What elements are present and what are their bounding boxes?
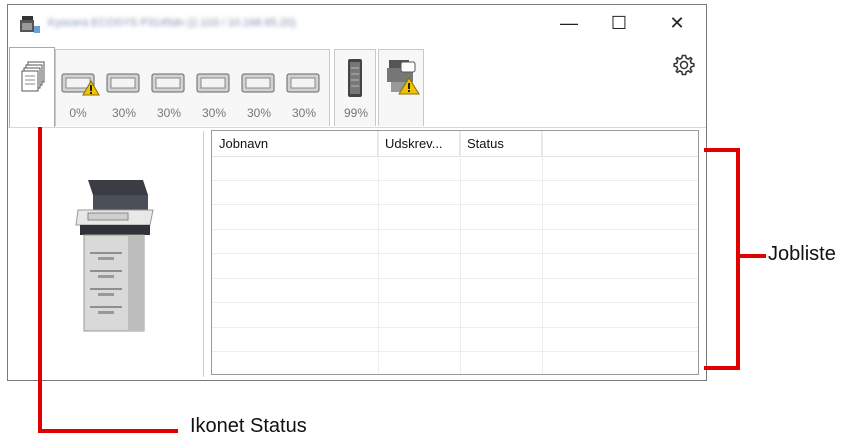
document-stack-icon xyxy=(21,61,45,92)
tray-6-level: 30% xyxy=(291,106,317,120)
warning-icon xyxy=(82,80,100,96)
close-button[interactable]: ✕ xyxy=(654,5,700,42)
paper-tray-icon xyxy=(151,68,186,96)
toner-cartridge-icon xyxy=(348,59,362,97)
job-list-header: Jobnavn Udskrev... Status xyxy=(212,131,698,157)
paper-tray-icon xyxy=(106,68,141,96)
window-title: Kyocera ECOSYS P3145dn (2.103 / 10.168.6… xyxy=(48,17,296,29)
joblist-bracket-top xyxy=(704,148,740,152)
paper-tray-icon xyxy=(196,68,231,96)
toner-level: 99% xyxy=(343,106,369,120)
status-tabs: 0% 30% 30% 30% 30% 30% 99% xyxy=(8,45,706,165)
joblist-callout-label: Jobliste xyxy=(768,243,836,265)
column-header-jobname[interactable]: Jobnavn xyxy=(212,131,378,156)
table-row[interactable] xyxy=(212,181,698,205)
status-icon-pointer-horizontal xyxy=(38,429,178,433)
maximize-button[interactable]: ☐ xyxy=(596,5,642,42)
table-row[interactable] xyxy=(212,352,698,374)
table-row[interactable] xyxy=(212,254,698,279)
table-row[interactable] xyxy=(212,279,698,303)
job-list-rows xyxy=(212,156,698,374)
status-icon-pointer-vertical xyxy=(38,108,42,433)
joblist-bracket-bottom xyxy=(704,366,740,370)
status-monitor-window: Kyocera ECOSYS P3145dn (2.103 / 10.168.6… xyxy=(7,4,707,381)
joblist-pointer-line xyxy=(738,254,766,258)
table-row[interactable] xyxy=(212,303,698,328)
tray-5-level: 30% xyxy=(246,106,272,120)
tab-toner[interactable]: 99% xyxy=(334,49,376,126)
table-row[interactable] xyxy=(212,156,698,181)
printer-app-icon xyxy=(20,16,40,33)
panel-divider xyxy=(203,131,204,377)
tab-status[interactable] xyxy=(9,47,55,127)
status-icon-callout-label: Ikonet Status xyxy=(190,415,307,437)
column-header-empty xyxy=(542,131,698,156)
column-header-printed[interactable]: Udskrev... xyxy=(378,131,460,156)
tray-2-level: 30% xyxy=(111,106,137,120)
table-row[interactable] xyxy=(212,328,698,352)
job-list[interactable]: Jobnavn Udskrev... Status xyxy=(211,130,699,375)
printer-image xyxy=(75,180,154,332)
tab-device[interactable] xyxy=(378,49,424,126)
joblist-bracket-vertical xyxy=(736,148,740,370)
gear-icon[interactable] xyxy=(672,53,696,77)
column-header-status[interactable]: Status xyxy=(460,131,542,156)
paper-tray-icon xyxy=(286,68,321,96)
tray-4-level: 30% xyxy=(201,106,227,120)
printer-warning-icon xyxy=(387,60,420,95)
table-row[interactable] xyxy=(212,205,698,230)
tab-paper-trays[interactable]: 0% 30% 30% 30% 30% 30% xyxy=(55,49,330,126)
table-row[interactable] xyxy=(212,230,698,254)
tray-1-level: 0% xyxy=(69,106,87,120)
tray-3-level: 30% xyxy=(156,106,182,120)
title-bar: Kyocera ECOSYS P3145dn (2.103 / 10.168.6… xyxy=(8,5,706,42)
minimize-button[interactable]: — xyxy=(546,5,592,42)
paper-tray-icon xyxy=(241,68,276,96)
